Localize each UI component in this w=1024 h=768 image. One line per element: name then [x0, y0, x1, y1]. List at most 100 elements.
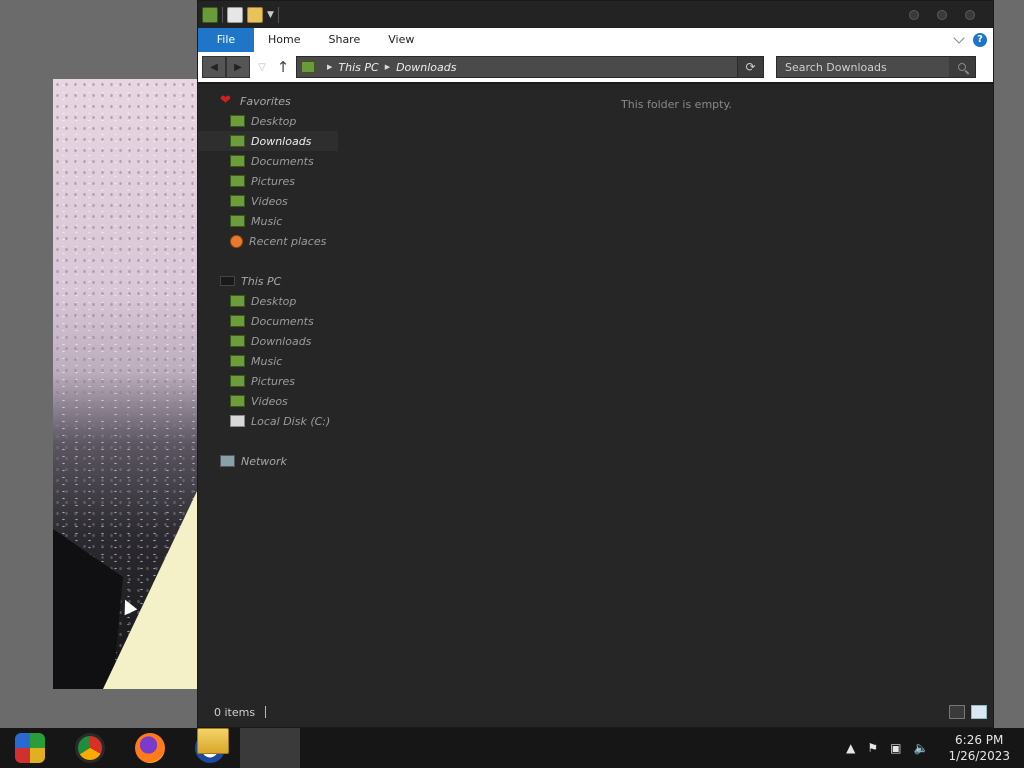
item-count: 0 items: [214, 705, 256, 719]
nav-pc-music[interactable]: Music: [198, 351, 338, 371]
back-forward-group: ◀ ▶: [202, 56, 250, 78]
details-view-icon[interactable]: [949, 705, 965, 719]
network-icon: [220, 455, 235, 467]
folder-icon[interactable]: [202, 6, 218, 23]
nav-item-label: Documents: [251, 314, 314, 328]
nav-fav-pictures[interactable]: Pictures: [198, 171, 338, 191]
volume-icon[interactable]: 🔈: [914, 741, 929, 755]
tab-share[interactable]: Share: [314, 28, 374, 52]
status-bar: 0 items: [198, 697, 993, 727]
nav-fav-downloads[interactable]: Downloads: [198, 131, 338, 151]
up-arrow-icon[interactable]: ↑: [274, 58, 292, 76]
nav-network[interactable]: Network: [198, 451, 338, 471]
nav-fav-videos[interactable]: Videos: [198, 191, 338, 211]
nav-fav-desktop[interactable]: Desktop: [198, 111, 338, 131]
videos-folder-icon: [230, 195, 245, 207]
ribbon-right-controls: ?: [953, 32, 993, 47]
nav-item-label: Videos: [251, 194, 288, 208]
nav-item-label: Desktop: [251, 114, 297, 128]
pictures-folder-icon: [230, 375, 245, 387]
clock-date: 1/26/2023: [948, 749, 1010, 763]
tab-file[interactable]: File: [198, 28, 254, 52]
new-folder-icon[interactable]: [247, 6, 263, 23]
navigation-pane: ❤ Favorites Desktop Downloads Documents …: [198, 87, 338, 471]
help-icon[interactable]: ?: [973, 33, 987, 47]
breadcrumb-arrow-icon[interactable]: ▶: [327, 63, 332, 71]
nav-pc-videos[interactable]: Videos: [198, 391, 338, 411]
action-center-flag-icon[interactable]: ⚑: [867, 741, 878, 755]
nav-pc-desktop[interactable]: Desktop: [198, 291, 338, 311]
nav-item-label: Pictures: [251, 174, 296, 188]
minimize-button[interactable]: [909, 9, 919, 20]
pictures-folder-icon: [230, 175, 245, 187]
nav-this-pc[interactable]: This PC: [198, 271, 338, 291]
properties-icon[interactable]: [227, 6, 243, 23]
show-hidden-icons-icon[interactable]: ▲: [846, 741, 855, 755]
toolbar-divider: [222, 6, 223, 23]
file-explorer-window: ▼ File Home Share View ? ◀ ▶ ▽ ↑ ▶ This …: [197, 0, 994, 728]
music-folder-icon: [230, 215, 245, 227]
nav-fav-documents[interactable]: Documents: [198, 151, 338, 171]
recent-places-icon: [230, 234, 243, 248]
nav-item-label: Music: [251, 354, 283, 368]
nav-item-label: Recent places: [249, 234, 327, 248]
nav-fav-music[interactable]: Music: [198, 211, 338, 231]
large-icons-view-icon[interactable]: [971, 705, 987, 719]
network-status-icon[interactable]: ▣: [890, 741, 901, 755]
nav-item-label: Local Disk (C:): [251, 414, 331, 428]
nav-favorites[interactable]: ❤ Favorites: [198, 91, 338, 111]
clock-time: 6:26 PM: [955, 733, 1004, 747]
videos-folder-icon: [230, 395, 245, 407]
breadcrumb-this-pc[interactable]: This PC: [338, 61, 378, 74]
expand-ribbon-chevron-icon[interactable]: [953, 32, 965, 44]
navigation-bar: ◀ ▶ ▽ ↑ ▶ This PC ▶ Downloads ⟳: [198, 52, 993, 84]
computer-icon: [220, 276, 235, 286]
close-button[interactable]: [965, 9, 975, 20]
back-button[interactable]: ◀: [202, 56, 226, 78]
taskbar-app-remote-desktop[interactable]: [0, 728, 60, 768]
breadcrumb-downloads[interactable]: Downloads: [396, 61, 456, 74]
breadcrumb-arrow-icon[interactable]: ▶: [385, 63, 390, 71]
nav-pc-documents[interactable]: Documents: [198, 311, 338, 331]
status-divider: [265, 706, 267, 718]
music-folder-icon: [230, 355, 245, 367]
desktop-folder-icon: [230, 115, 245, 127]
title-bar: ▼: [198, 1, 993, 28]
tab-view[interactable]: View: [374, 28, 428, 52]
taskbar-app-firefox[interactable]: [120, 728, 180, 768]
background-photo-window[interactable]: [53, 79, 198, 689]
search-box: [776, 56, 976, 78]
address-bar[interactable]: ▶ This PC ▶ Downloads ⟳: [296, 56, 764, 78]
search-icon[interactable]: [949, 57, 975, 77]
nav-item-label: Documents: [251, 154, 314, 168]
heart-icon: ❤: [220, 93, 231, 108]
downloads-folder-icon: [230, 335, 245, 347]
nav-pc-local-disk[interactable]: Local Disk (C:): [198, 411, 338, 431]
recent-locations-icon[interactable]: ▽: [254, 62, 270, 73]
maximize-button[interactable]: [937, 9, 947, 20]
chrome-icon: [75, 733, 105, 763]
quick-access-dropdown-icon[interactable]: ▼: [267, 10, 274, 20]
nav-item-label: Music: [251, 214, 283, 228]
downloads-folder-icon: [230, 135, 245, 147]
folder-icon: [301, 61, 315, 73]
toolbar-divider: [277, 6, 279, 23]
nav-item-label: Desktop: [251, 294, 297, 308]
nav-pc-downloads[interactable]: Downloads: [198, 331, 338, 351]
refresh-icon[interactable]: ⟳: [737, 57, 763, 77]
nav-item-label: Downloads: [251, 334, 312, 348]
search-input[interactable]: [777, 60, 947, 74]
taskbar-app-file-explorer[interactable]: [197, 728, 300, 768]
nav-network-label: Network: [241, 454, 287, 468]
nav-pc-pictures[interactable]: Pictures: [198, 371, 338, 391]
clock[interactable]: 6:26 PM 1/26/2023: [948, 732, 1010, 764]
nav-this-pc-label: This PC: [241, 274, 282, 288]
taskbar-app-chrome[interactable]: [60, 728, 120, 768]
nav-favorites-label: Favorites: [240, 94, 291, 108]
tab-home[interactable]: Home: [254, 28, 314, 52]
forward-button[interactable]: ▶: [226, 56, 250, 78]
nav-fav-recent-places[interactable]: Recent places: [198, 231, 338, 251]
disk-drive-icon: [230, 415, 245, 427]
